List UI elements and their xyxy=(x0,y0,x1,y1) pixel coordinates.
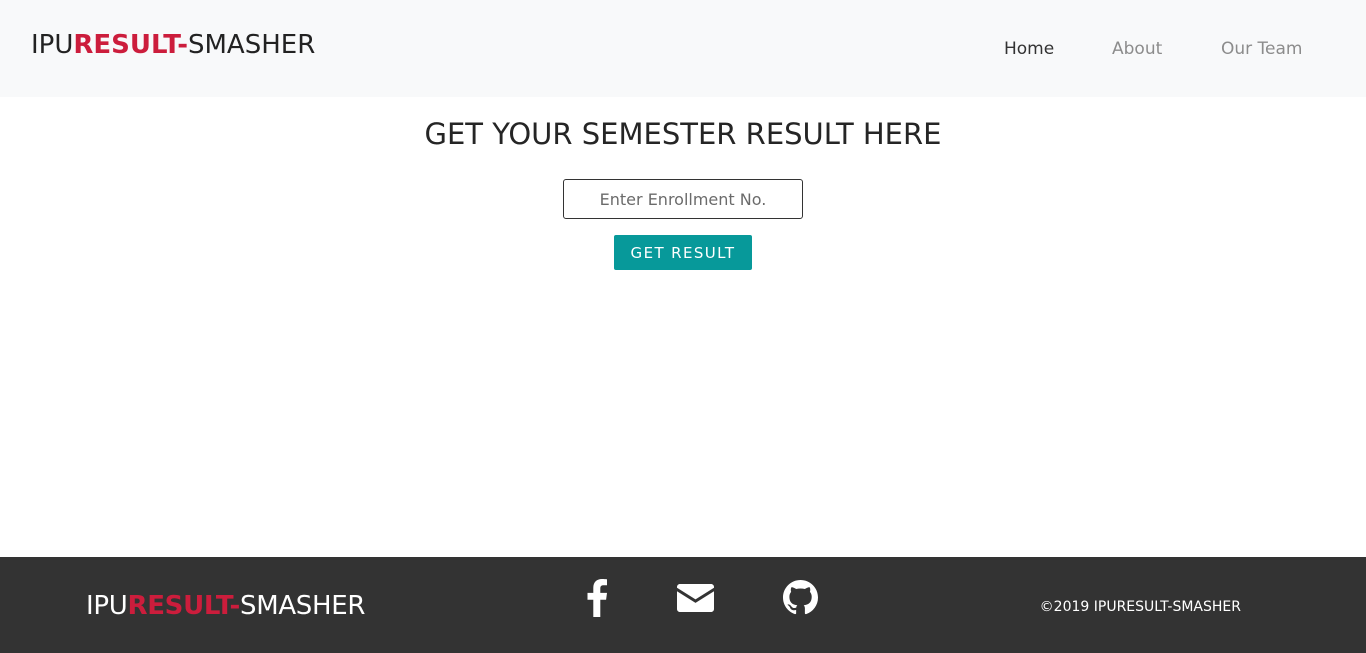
footer-brand-part-result: RESULT- xyxy=(127,591,240,621)
footer: IPURESULT-SMASHER ©2019 IPURESULT-SMASHE… xyxy=(0,557,1366,653)
footer-brand-part-ipu: IPU xyxy=(86,591,128,621)
nav-link-our-team[interactable]: Our Team xyxy=(1221,37,1302,61)
get-result-button[interactable]: GET RESULT xyxy=(614,235,752,270)
enrollment-input[interactable] xyxy=(563,179,803,219)
brand-part-ipu: IPU xyxy=(31,30,74,60)
footer-brand: IPURESULT-SMASHER xyxy=(86,590,365,622)
envelope-icon xyxy=(677,584,714,612)
copyright-text: ©2019 IPURESULT-SMASHER xyxy=(1039,599,1241,615)
email-link[interactable] xyxy=(677,584,714,624)
github-link[interactable] xyxy=(783,580,818,620)
top-navbar: IPURESULT-SMASHER Home About Our Team xyxy=(0,0,1366,97)
brand-logo[interactable]: IPURESULT-SMASHER xyxy=(31,29,315,61)
github-icon xyxy=(783,580,818,615)
nav-link-about[interactable]: About xyxy=(1112,37,1162,61)
brand-part-smasher: SMASHER xyxy=(187,30,316,60)
footer-brand-part-smasher: SMASHER xyxy=(239,591,366,621)
facebook-link[interactable] xyxy=(586,579,608,619)
brand-part-result: RESULT- xyxy=(73,30,188,60)
facebook-icon xyxy=(587,579,607,617)
nav-link-home[interactable]: Home xyxy=(1004,37,1054,61)
page-title: GET YOUR SEMESTER RESULT HERE xyxy=(424,117,942,151)
